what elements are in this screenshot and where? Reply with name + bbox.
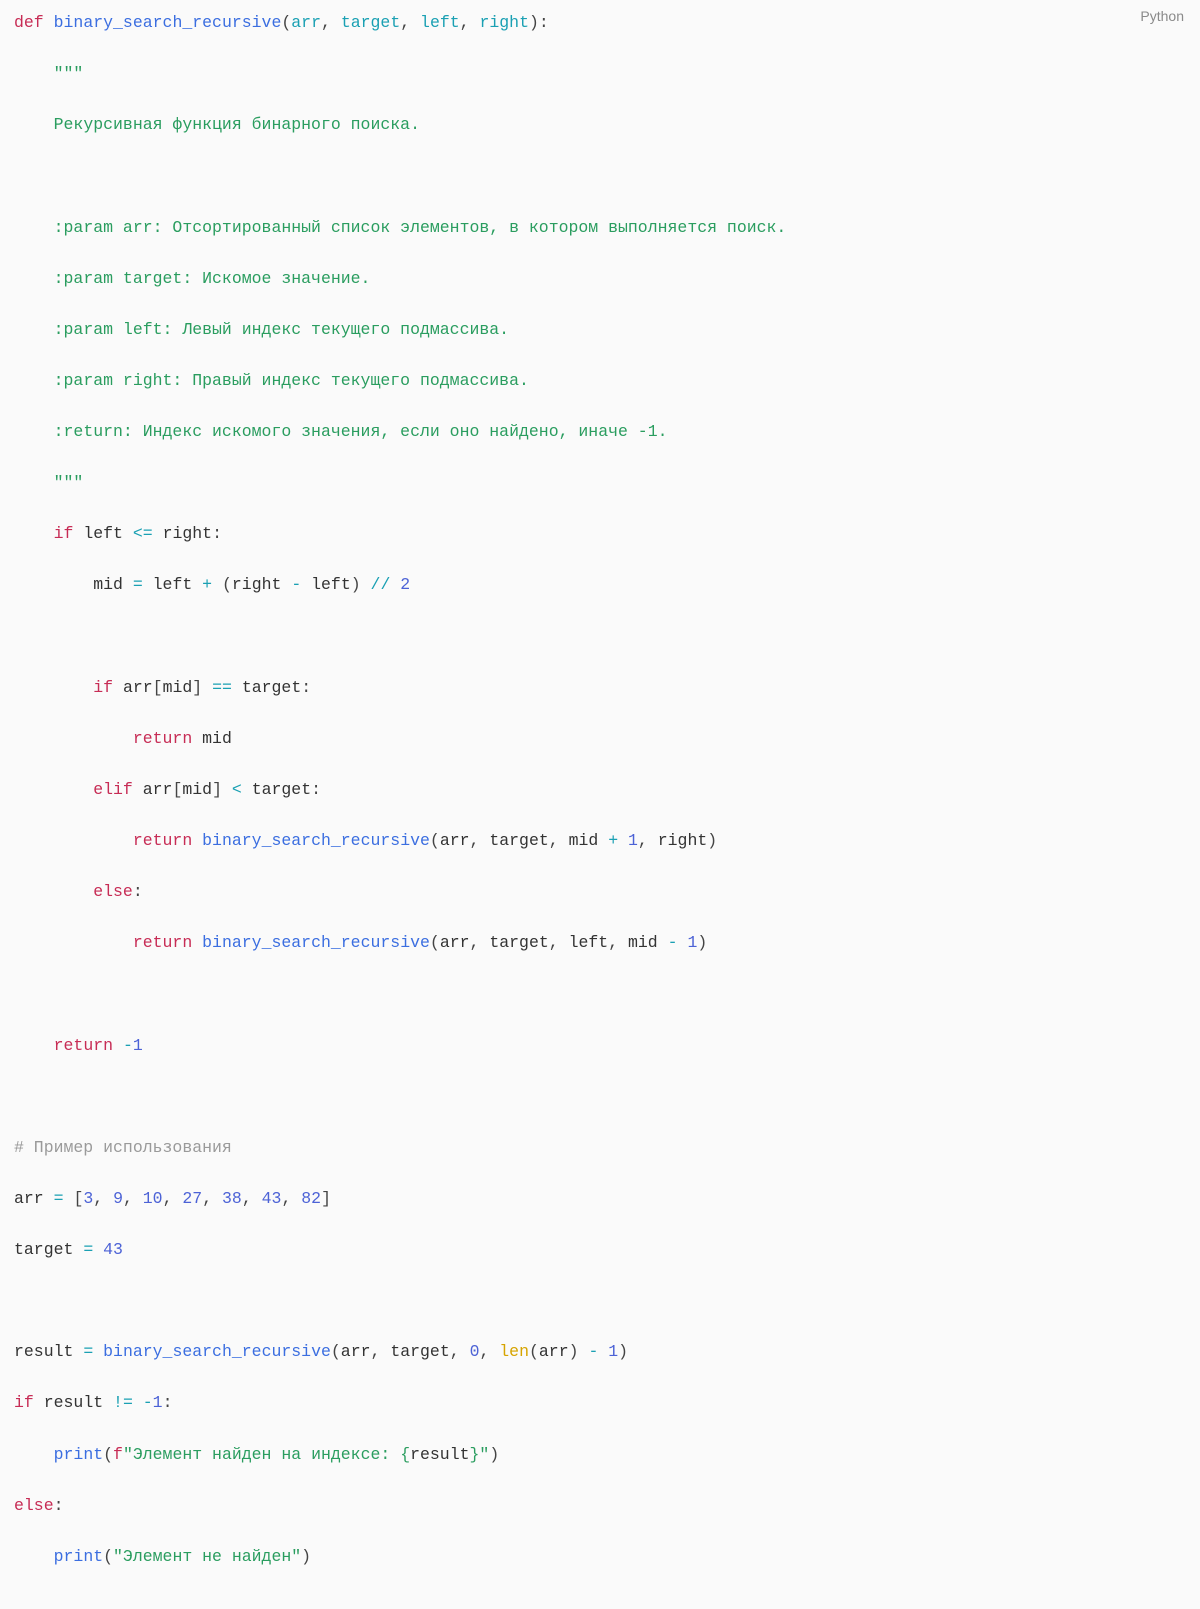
code-content: def binary_search_recursive(arr, target,… bbox=[14, 10, 1186, 1595]
code-block: Python def binary_search_recursive(arr, … bbox=[0, 0, 1200, 1609]
